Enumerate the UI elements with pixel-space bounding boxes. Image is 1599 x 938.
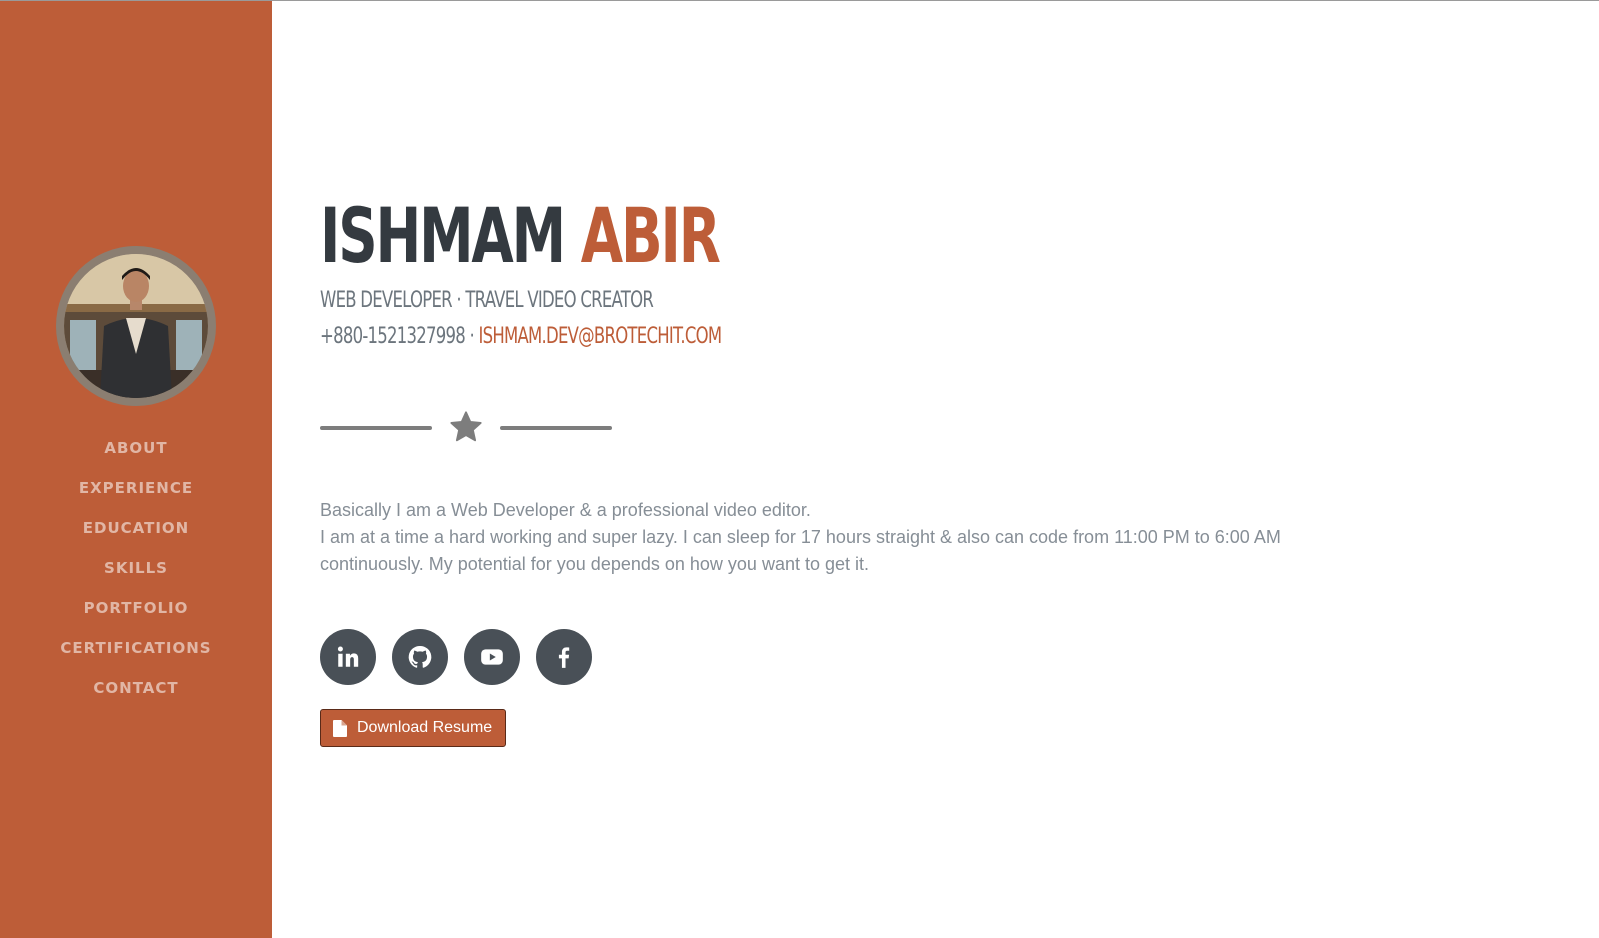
sidebar: ABOUT EXPERIENCE EDUCATION SKILLS PORTFO… xyxy=(0,1,272,938)
linkedin-icon xyxy=(337,646,359,667)
download-resume-button[interactable]: Download Resume xyxy=(320,709,507,747)
file-icon xyxy=(333,719,347,737)
sidebar-item-experience[interactable]: EXPERIENCE xyxy=(79,468,193,508)
social-icons xyxy=(320,629,592,685)
linkedin-button[interactable] xyxy=(320,629,376,685)
star-icon xyxy=(450,411,482,442)
sidebar-item-skills[interactable]: SKILLS xyxy=(104,548,168,588)
sidebar-nav: ABOUT EXPERIENCE EDUCATION SKILLS PORTFO… xyxy=(60,428,211,708)
first-name: ISHMAM xyxy=(320,191,566,280)
page-title: ISHMAM ABIR xyxy=(320,191,721,281)
facebook-button[interactable] xyxy=(536,629,592,685)
about-section: ISHMAM ABIR WEB DEVELOPER · TRAVEL VIDEO… xyxy=(320,1,1599,938)
profile-photo-image xyxy=(64,254,208,398)
email-link[interactable]: ISHMAM.DEV@BROTECHIT.COM xyxy=(478,324,722,349)
divider-line-right xyxy=(500,426,612,430)
sidebar-item-certifications[interactable]: CERTIFICATIONS xyxy=(60,628,211,668)
job-subheading: WEB DEVELOPER · TRAVEL VIDEO CREATOR xyxy=(320,288,654,313)
about-text: Basically I am a Web Developer & a profe… xyxy=(320,497,1360,578)
sidebar-item-education[interactable]: EDUCATION xyxy=(83,508,189,548)
download-resume-label: Download Resume xyxy=(357,719,493,736)
sidebar-item-contact[interactable]: CONTACT xyxy=(93,668,178,708)
about-line-2: I am at a time a hard working and super … xyxy=(320,527,1281,574)
youtube-button[interactable] xyxy=(464,629,520,685)
facebook-icon xyxy=(558,647,570,668)
github-icon xyxy=(408,645,432,668)
github-button[interactable] xyxy=(392,629,448,685)
phone-number: +880-1521327998 · xyxy=(320,324,475,349)
star-divider xyxy=(320,405,612,449)
divider-line-left xyxy=(320,426,432,430)
profile-avatar[interactable] xyxy=(56,246,216,406)
contact-line: +880-1521327998 · ISHMAM.DEV@BROTECHIT.C… xyxy=(320,322,722,352)
page: ABOUT EXPERIENCE EDUCATION SKILLS PORTFO… xyxy=(0,0,1599,938)
last-name: ABIR xyxy=(580,191,721,280)
about-line-1: Basically I am a Web Developer & a profe… xyxy=(320,500,811,520)
sidebar-item-portfolio[interactable]: PORTFOLIO xyxy=(84,588,189,628)
youtube-icon xyxy=(481,649,503,665)
sidebar-item-about[interactable]: ABOUT xyxy=(104,428,167,468)
